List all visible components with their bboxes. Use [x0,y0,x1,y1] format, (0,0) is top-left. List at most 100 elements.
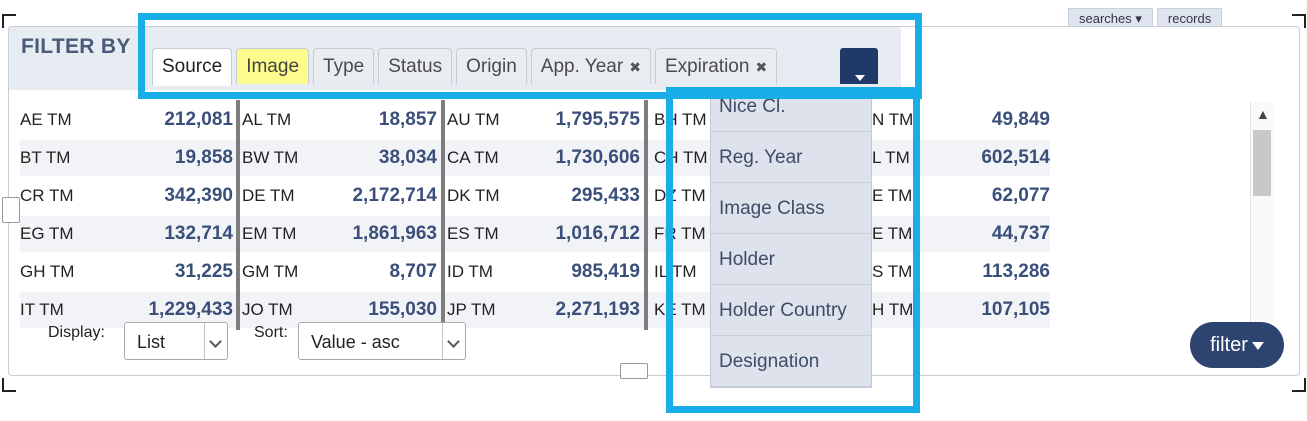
close-icon[interactable]: ✖ [629,59,641,75]
display-label: Display: [48,324,105,341]
table-row: AE TM 212,081 AL TM 18,857 AU TM 1,795,575 N T… [20,102,1050,138]
record-count: 19,858 [174,147,233,168]
tab-label: Type [323,56,365,77]
filter-button-label: filter [1210,334,1248,356]
record-count: 295,433 [571,185,640,206]
tab-app-year[interactable]: App. Year ✖ [530,48,651,84]
dropdown-item-holder-country[interactable]: Holder Country [711,285,871,336]
tab-expiration[interactable]: Expiration ✖ [654,48,778,84]
tab-label: Expiration [664,56,750,77]
record-count: 31,225 [174,261,233,282]
tab-source[interactable]: Source [152,48,233,86]
sort-value: Value - asc [311,332,400,352]
tab-image[interactable]: Image [236,48,310,84]
dropdown-item-designation[interactable]: Designation [711,336,871,387]
source-code[interactable]: KE TM [654,292,706,328]
frame-corner-br [1292,378,1306,392]
record-count: 1,795,575 [555,109,640,130]
column-resizer-2[interactable] [441,100,445,330]
source-code[interactable]: IT TM [20,292,64,328]
source-code[interactable]: CA TM [447,140,499,176]
column-resizer-3[interactable] [644,100,648,330]
funnel-icon [1251,342,1264,350]
record-count: 602,514 [981,147,1050,168]
dropdown-item-reg-year[interactable]: Reg. Year [711,132,871,183]
source-code[interactable]: N TM [872,102,913,138]
source-code[interactable]: AE TM [20,102,72,138]
table-row: CR TM 342,390 DE TM 2,172,714 DK TM 295,433 E … [20,178,1050,214]
source-code[interactable]: BH TM [654,102,707,138]
more-tabs-button[interactable] [840,48,878,84]
tab-type[interactable]: Type [313,48,375,84]
source-code[interactable]: EM TM [242,216,296,252]
record-count: 1,730,606 [555,147,640,168]
chevron-down-icon [204,323,227,359]
left-resize-handle[interactable] [2,197,20,223]
table-row: BT TM 19,858 BW TM 38,034 CA TM 1,730,606 L TM… [20,140,1050,176]
sort-label: Sort: [254,324,288,341]
source-code[interactable]: L TM [872,140,910,176]
record-count: 8,707 [389,261,437,282]
source-code[interactable]: ID TM [447,254,493,290]
source-code[interactable]: AU TM [447,102,500,138]
record-count: 1,016,712 [555,223,640,244]
source-code[interactable]: ES TM [447,216,499,252]
record-count: 1,861,963 [352,223,437,244]
source-code[interactable]: E TM [872,216,912,252]
source-code[interactable]: BT TM [20,140,70,176]
record-count: 38,034 [378,147,437,168]
dropdown-item-nice-cl[interactable]: Nice Cl. [711,97,871,132]
source-code[interactable]: IL TM [654,254,697,290]
column-resizer-1[interactable] [236,100,240,330]
record-count: 985,419 [571,261,640,282]
record-count: 342,390 [164,185,233,206]
grid-scrollbar[interactable]: ▲ [1250,102,1273,322]
tab-status[interactable]: Status [378,48,453,84]
dropdown-item-image-class[interactable]: Image Class [711,183,871,234]
tab-label: App. Year [540,56,624,77]
sort-select[interactable]: Value - asc [298,322,466,360]
source-code[interactable]: DE TM [242,178,295,214]
more-tabs-dropdown: Nice Cl. Reg. Year Image Class Holder Holder… [710,96,872,388]
record-count: 2,172,714 [352,185,437,206]
source-code[interactable]: EG TM [20,216,74,252]
source-code[interactable]: CH TM [654,140,708,176]
tab-label: Origin [466,56,517,77]
record-count: 44,737 [991,223,1050,244]
record-count: 49,849 [991,109,1050,130]
record-count: 107,105 [981,299,1050,320]
source-code[interactable]: GM TM [242,254,298,290]
source-code[interactable]: FR TM [654,216,706,252]
record-count: 2,271,193 [555,299,640,320]
close-icon[interactable]: ✖ [755,59,767,75]
bottom-resize-handle[interactable] [620,363,648,379]
tab-label: Status [388,56,443,77]
source-code[interactable]: DK TM [447,178,500,214]
source-code[interactable]: E TM [872,178,912,214]
scroll-up-icon[interactable]: ▲ [1256,106,1270,122]
display-value: List [137,332,166,352]
record-count: 62,077 [991,185,1050,206]
source-code[interactable]: BW TM [242,140,298,176]
frame-corner-bl [2,378,16,392]
source-code[interactable]: CR TM [20,178,74,214]
source-code[interactable]: DZ TM [654,178,706,214]
source-code[interactable]: S TM [872,254,912,290]
table-row: GH TM 31,225 GM TM 8,707 ID TM 985,419 S TM 113… [20,254,1050,290]
table-row: EG TM 132,714 EM TM 1,861,963 ES TM 1,016,712… [20,216,1050,252]
filter-tabs: Source Image Type Status Origin App. Year ✖ Exp… [152,48,781,86]
scroll-thumb[interactable] [1253,130,1271,196]
source-code[interactable]: JO TM [242,292,293,328]
record-count: 132,714 [164,223,233,244]
display-select[interactable]: List [124,322,228,360]
source-code[interactable]: H TM [872,292,913,328]
tab-label: Image [246,56,300,77]
source-code[interactable]: GH TM [20,254,74,290]
tab-origin[interactable]: Origin [456,48,527,84]
source-code[interactable]: AL TM [242,102,291,138]
record-count: 212,081 [164,109,233,130]
filter-button[interactable]: filter [1190,322,1284,368]
dropdown-item-holder[interactable]: Holder [711,234,871,285]
tab-label: Source [162,56,223,77]
record-count: 113,286 [982,261,1050,282]
